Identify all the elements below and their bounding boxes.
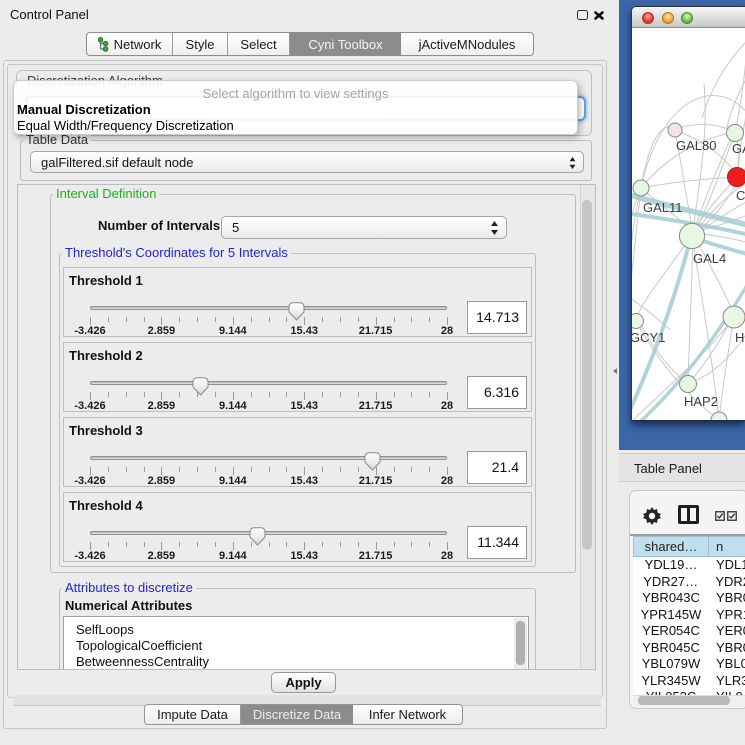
svg-text:HAP2: HAP2 (684, 394, 718, 409)
svg-text:H: H (735, 330, 744, 345)
svg-text:GAL4: GAL4 (693, 251, 726, 266)
svg-text:GA: GA (732, 141, 745, 156)
svg-text:GCY1: GCY1 (632, 330, 665, 345)
svg-text:C: C (736, 188, 745, 203)
svg-text:GAL11: GAL11 (643, 200, 683, 215)
svg-text:GAL80: GAL80 (676, 138, 716, 153)
